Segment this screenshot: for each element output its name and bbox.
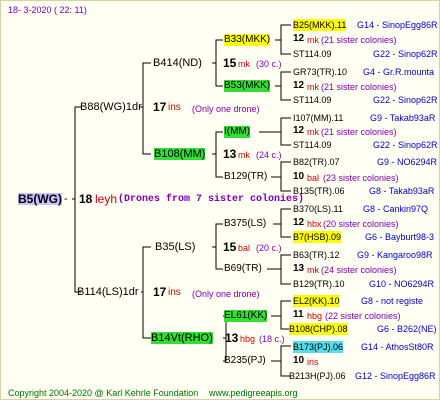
gen4-3-top-src: G9 - NO6294R	[377, 157, 438, 167]
gen3-queen-4[interactable]: B375(LS)	[224, 218, 266, 230]
gen4-0-bottom[interactable]: ST114.09	[293, 48, 331, 60]
gen4-5-top-src: G9 - Kangaroo98R	[357, 250, 433, 260]
gen4-3-bottom-src: G8 - Takab93aR	[369, 186, 435, 196]
gen3-queen-3[interactable]: B129(TR)	[224, 171, 267, 183]
gen4-1-bottom-src: G22 - Sinop62R	[373, 95, 438, 105]
gen2-note-2: (20 c.)	[256, 243, 282, 253]
gen3-queen-2[interactable]: I(MM)	[224, 126, 251, 138]
gen2-num-1: 13	[223, 147, 237, 161]
gen4-7-bottom-src: G12 - SinopEgg86R	[355, 371, 436, 381]
gen3-queen-6[interactable]: EL61(KK)	[224, 310, 268, 322]
gen1-num-1: 17	[153, 285, 167, 299]
gen1-queen-0[interactable]: B88(WG)1dr	[80, 101, 142, 113]
gen4-5-note: (24 sister colonies)	[321, 265, 397, 275]
gen2-queen-2[interactable]: B35(LS)	[155, 241, 195, 253]
gen4-1-bottom[interactable]: ST114.09	[293, 94, 331, 106]
gen4-5-bottom[interactable]: B129(TR).10	[293, 278, 345, 290]
gen4-3-bottom[interactable]: B135(TR).06	[293, 185, 345, 197]
root-dash: -	[64, 193, 68, 205]
gen4-1-note: (21 sister colonies)	[321, 82, 397, 92]
footer-copyright: Copyright 2004-2020 @ Karl Kehrle Founda…	[8, 388, 199, 398]
gen4-0-bottom-src: G22 - Sinop62R	[373, 49, 438, 59]
gen2-abbr-0: mk	[238, 59, 250, 69]
gen4-0-note: (21 sister colonies)	[321, 35, 397, 45]
gen4-5-bottom-src: G10 - NO6294R	[369, 279, 435, 289]
gen4-2-abbr: mk	[307, 127, 319, 137]
gen4-2-bottom-src: G22 - Sinop62R	[373, 140, 438, 150]
gen4-5-num: 13	[293, 263, 305, 274]
gen2-note-0: (30 c.)	[256, 59, 282, 69]
gen3-queen-1[interactable]: B53(MKK)	[224, 80, 271, 92]
gen2-abbr-1: mk	[238, 150, 250, 160]
gen4-7-top-src: G14 - AthosSt80R	[361, 342, 434, 352]
gen2-num-3: 13	[225, 331, 239, 345]
gen4-5-abbr: mk	[307, 265, 319, 275]
gen4-7-num: 10	[293, 355, 305, 366]
gen1-note-0: (Only one drone)	[192, 104, 260, 114]
gen4-3-top[interactable]: B82(TR).07	[293, 156, 340, 168]
gen2-num-2: 15	[223, 240, 237, 254]
footer-url[interactable]: www.pedigreeapis.org	[209, 387, 298, 399]
gen4-7-abbr: ins	[307, 357, 319, 367]
gen1-abbr-1: ins	[168, 287, 181, 298]
gen4-2-note: (21 sister colonies)	[321, 127, 397, 137]
gen4-1-num: 12	[293, 80, 305, 91]
gen2-queen-0[interactable]: B414(ND)	[153, 57, 202, 69]
gen4-4-num: 12	[293, 217, 305, 228]
gen4-4-top[interactable]: B370(LS).11	[293, 203, 343, 215]
gen4-3-note: (23 sister colonies)	[323, 173, 399, 183]
gen1-note-1: (Only one drone)	[192, 289, 260, 299]
gen4-7-bottom[interactable]: B213H(PJ).06	[289, 370, 346, 382]
gen4-5-top[interactable]: B63(TR).12	[293, 249, 340, 261]
gen4-0-abbr: mk	[307, 35, 319, 45]
gen4-6-note: (22 sister colonies)	[325, 311, 401, 321]
gen4-6-num: 11	[293, 309, 304, 320]
gen2-queen-1[interactable]: B108(MM)	[154, 148, 206, 160]
gen4-6-abbr: hbg	[307, 311, 323, 321]
gen2-note-1: (24 c.)	[256, 150, 282, 160]
gen4-4-abbr: hbx	[307, 219, 322, 229]
gen4-0-top[interactable]: B25(MKK).11	[293, 19, 347, 31]
gen4-7-top[interactable]: B173(PJ).06	[293, 341, 344, 353]
gen4-2-top-src: G9 - Takab93aR	[370, 113, 436, 123]
date-stamp: 18- 3-2020 ( 22: 11)	[8, 5, 87, 15]
gen4-2-bottom[interactable]: ST114.09	[293, 139, 331, 151]
gen4-6-bottom[interactable]: B108(CHP).08	[289, 323, 348, 335]
gen4-0-top-src: G14 - SinopEgg86R	[357, 20, 438, 30]
gen1-queen-1[interactable]: B114(LS)1dr	[77, 286, 139, 298]
gen4-1-abbr: mk	[307, 82, 319, 92]
gen3-queen-5[interactable]: B69(TR)	[224, 263, 262, 275]
gen2-abbr-3: hbg	[240, 334, 256, 344]
gen4-1-top[interactable]: GR73(TR).10	[293, 66, 347, 78]
gen4-3-num: 10	[293, 171, 305, 182]
gen4-4-bottom[interactable]: B7(HSB).09	[293, 231, 342, 243]
gen4-3-abbr: bal	[307, 173, 320, 183]
gen3-queen-7[interactable]: B235(PJ)	[224, 355, 266, 367]
root-drone-note: (Drones from 7 sister colonies)	[118, 194, 305, 205]
gen1-abbr-0: ins	[168, 102, 181, 113]
gen4-2-top[interactable]: I107(MM).11	[293, 112, 343, 124]
gen4-6-top[interactable]: EL2(KK).10	[293, 295, 340, 307]
root-gen-abbr: leyh	[95, 192, 118, 206]
root-queen-name[interactable]: B5(WG)	[18, 193, 62, 205]
gen4-4-bottom-src: G6 - Bayburt98-3	[365, 232, 435, 242]
gen2-queen-3[interactable]: B14Vt(RHO)	[151, 332, 213, 344]
gen4-4-top-src: G8 - Cankiri97Q	[363, 204, 429, 214]
gen4-0-num: 12	[293, 33, 305, 44]
pedigree-page: { "header": { "date": "18- 3-2020 ( 22: …	[0, 0, 440, 400]
gen2-note-3: (18 c.)	[259, 334, 285, 344]
gen1-num-0: 17	[153, 100, 167, 114]
gen4-4-note: (20 sister colonies)	[323, 219, 399, 229]
root-gen-number: 18	[79, 192, 93, 206]
gen4-6-top-src: G8 - not registe	[361, 296, 424, 306]
gen4-6-bottom-src: G6 - B262(NE)	[377, 324, 437, 334]
gen4-1-top-src: G4 - Gr.R.mounta	[363, 67, 435, 77]
gen2-num-0: 15	[223, 56, 237, 70]
gen3-queen-0[interactable]: B33(MKK)	[224, 34, 271, 46]
gen4-2-num: 12	[293, 125, 305, 136]
gen2-abbr-2: bal	[238, 243, 251, 253]
